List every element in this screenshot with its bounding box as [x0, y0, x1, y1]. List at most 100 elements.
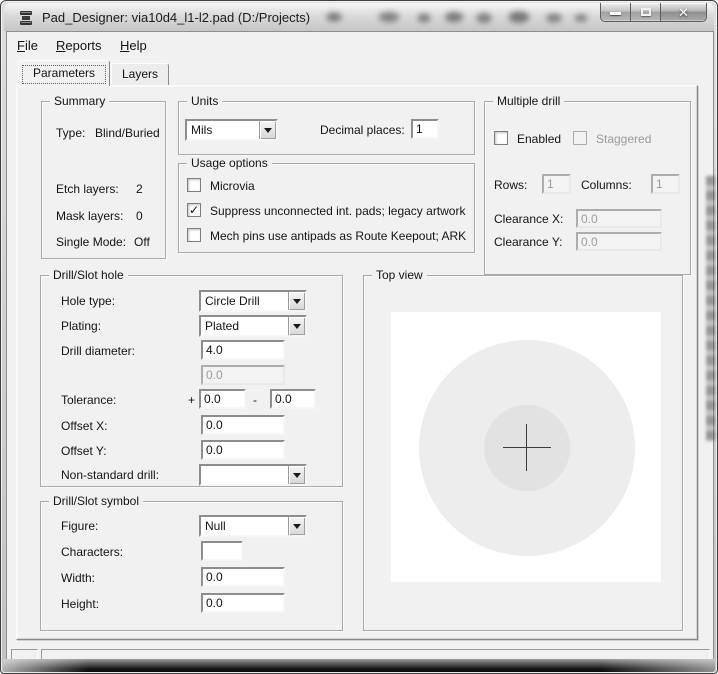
- tolerance-minus-input[interactable]: [270, 389, 316, 409]
- drill-diameter-secondary-input: [201, 365, 285, 385]
- offset-x-input[interactable]: [201, 415, 285, 435]
- clearance-x-input: [576, 209, 662, 228]
- window-title: Pad_Designer: via10d4_l1-l2.pad (D:/Proj…: [42, 10, 311, 25]
- bottom-frame: [3, 659, 715, 672]
- columns-label: Columns:: [581, 178, 632, 192]
- parameters-page: Summary Type: Blind/Buried Etch layers: …: [16, 85, 698, 640]
- multiple-drill-group-title: Multiple drill: [493, 94, 565, 108]
- suppress-unconnected-label: Suppress unconnected int. pads; legacy a…: [210, 204, 466, 218]
- decimal-places-input[interactable]: [411, 119, 439, 139]
- characters-label: Characters:: [61, 545, 124, 559]
- height-label: Height:: [61, 597, 100, 611]
- hole-type-label: Hole type:: [61, 294, 116, 308]
- top-view-group: Top view: [363, 268, 683, 631]
- summary-group-title: Summary: [50, 94, 110, 108]
- hole-type-select[interactable]: Circle Drill: [199, 290, 307, 312]
- tolerance-label: Tolerance:: [61, 393, 117, 407]
- menu-file[interactable]: File: [17, 38, 38, 53]
- staggered-checkbox: [573, 131, 587, 145]
- plating-value: Plated: [205, 319, 240, 333]
- figure-dropdown-button[interactable]: [288, 517, 305, 535]
- width-label: Width:: [61, 571, 96, 585]
- microvia-label: Microvia: [210, 179, 255, 193]
- summary-type-label: Type:: [56, 126, 86, 140]
- right-frame-glass-smudge: [706, 176, 715, 441]
- drill-diameter-label: Drill diameter:: [61, 344, 136, 358]
- chevron-down-icon: [264, 127, 272, 133]
- mech-pins-checkbox[interactable]: [187, 228, 201, 242]
- enabled-checkbox[interactable]: [494, 131, 508, 145]
- drill-slot-hole-group-title: Drill/Slot hole: [49, 268, 128, 282]
- units-dropdown-button[interactable]: [259, 121, 276, 139]
- app-icon: [20, 11, 32, 25]
- maximize-icon: [640, 8, 651, 16]
- offset-y-label: Offset Y:: [61, 444, 107, 458]
- chevron-down-icon: [293, 472, 301, 478]
- summary-single-mode-value: Off: [134, 235, 150, 249]
- maximize-button[interactable]: [631, 3, 660, 22]
- tolerance-plus-sign: +: [188, 393, 196, 407]
- drill-diameter-input[interactable]: [201, 340, 285, 360]
- drill-slot-symbol-group: Drill/Slot symbol Figure: Null Character…: [40, 494, 343, 631]
- minimize-button[interactable]: [600, 3, 631, 22]
- tab-layers-label: Layers: [121, 67, 159, 81]
- non-standard-drill-value: [201, 466, 288, 484]
- caption-buttons: ✕: [600, 3, 707, 22]
- summary-mask-label: Mask layers:: [56, 209, 124, 223]
- tab-layers[interactable]: Layers: [111, 63, 169, 86]
- summary-group: Summary Type: Blind/Buried Etch layers: …: [41, 94, 166, 259]
- rows-label: Rows:: [494, 178, 528, 192]
- clearance-y-input: [576, 232, 662, 251]
- units-selected-value: Mils: [191, 123, 213, 137]
- menu-reports[interactable]: Reports: [56, 38, 102, 53]
- plating-dropdown-button[interactable]: [288, 317, 305, 335]
- hole-type-dropdown-button[interactable]: [288, 292, 305, 310]
- menu-help[interactable]: Help: [120, 38, 147, 53]
- tolerance-plus-input[interactable]: [199, 389, 246, 409]
- plating-label: Plating:: [61, 319, 102, 333]
- suppress-unconnected-checkbox[interactable]: ✓: [187, 203, 201, 217]
- non-standard-drill-dropdown-button[interactable]: [288, 466, 305, 484]
- non-standard-drill-label: Non-standard drill:: [61, 468, 160, 482]
- chevron-down-icon: [293, 523, 301, 529]
- close-button[interactable]: ✕: [660, 3, 707, 22]
- staggered-label: Staggered: [596, 132, 652, 146]
- characters-input[interactable]: [201, 541, 243, 561]
- offset-y-input[interactable]: [201, 440, 285, 460]
- window-frame: Pad_Designer: via10d4_l1-l2.pad (D:/Proj…: [0, 0, 718, 674]
- non-standard-drill-select[interactable]: [199, 464, 307, 486]
- multiple-drill-group: Multiple drill Enabled Staggered Rows: C…: [484, 94, 691, 275]
- summary-single-mode-label: Single Mode:: [56, 235, 127, 249]
- pad-designer-window: Pad_Designer: via10d4_l1-l2.pad (D:/Proj…: [0, 0, 718, 674]
- offset-x-label: Offset X:: [61, 419, 108, 433]
- tab-parameters[interactable]: Parameters: [18, 60, 110, 86]
- mech-pins-label: Mech pins use antipads as Route Keepout;…: [210, 229, 467, 243]
- titlebar-glass-smudges: [319, 6, 619, 28]
- chevron-down-icon: [293, 298, 301, 304]
- hole-type-value: Circle Drill: [205, 294, 260, 308]
- minimize-icon: [610, 11, 621, 15]
- crosshair-icon: [526, 424, 527, 471]
- summary-type-value: Blind/Buried: [95, 126, 160, 140]
- drill-slot-symbol-group-title: Drill/Slot symbol: [49, 494, 144, 508]
- clearance-y-label: Clearance Y:: [494, 235, 563, 249]
- summary-etch-value: 2: [136, 182, 143, 196]
- decimal-places-label: Decimal places:: [320, 123, 405, 137]
- figure-label: Figure:: [61, 519, 99, 533]
- units-select[interactable]: Mils: [185, 119, 278, 141]
- summary-mask-value: 0: [136, 209, 143, 223]
- close-icon: ✕: [678, 4, 689, 20]
- rows-input: [542, 174, 571, 194]
- height-input[interactable]: [201, 593, 285, 613]
- figure-select[interactable]: Null: [199, 515, 307, 537]
- plating-select[interactable]: Plated: [199, 315, 307, 337]
- drill-slot-hole-group: Drill/Slot hole Hole type: Circle Drill …: [40, 268, 343, 487]
- summary-etch-label: Etch layers:: [56, 182, 119, 196]
- microvia-checkbox[interactable]: [187, 178, 201, 192]
- usage-options-group-title: Usage options: [187, 156, 272, 170]
- enabled-label: Enabled: [517, 132, 562, 146]
- width-input[interactable]: [201, 567, 285, 587]
- top-view-group-title: Top view: [372, 268, 427, 282]
- figure-value: Null: [205, 519, 226, 533]
- drill-circle: [484, 405, 570, 491]
